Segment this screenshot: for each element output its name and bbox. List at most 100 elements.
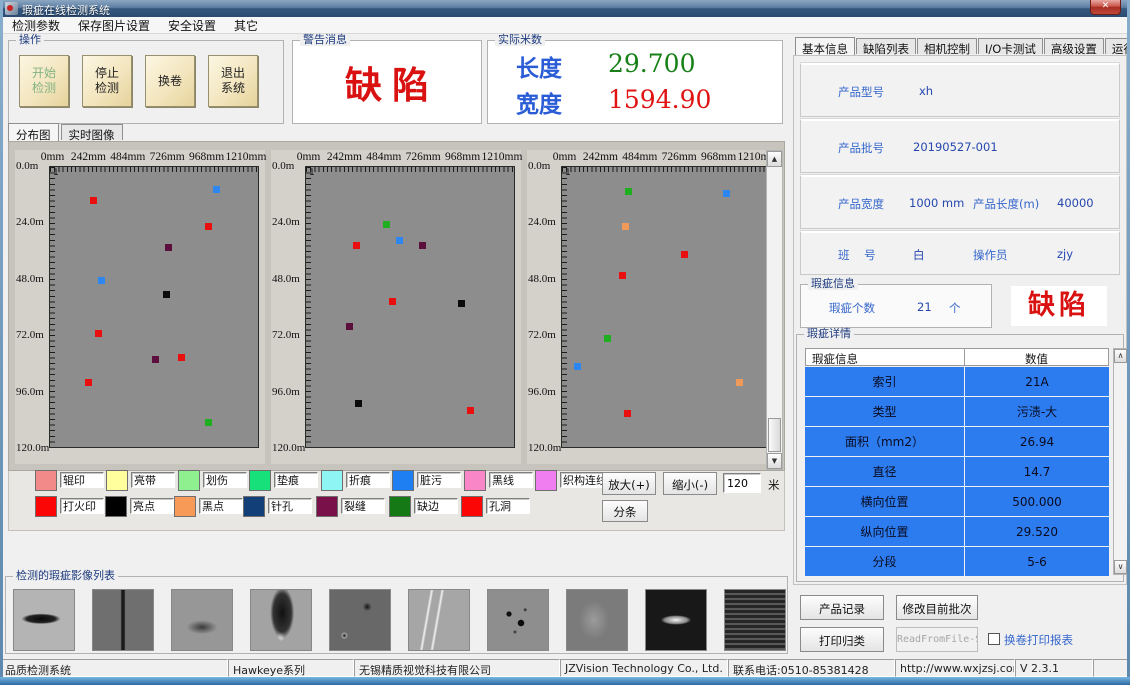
right-tab-3[interactable]: 相机控制 (917, 38, 977, 54)
scroll-down-icon[interactable]: ▼ (767, 453, 782, 469)
defect-marker[interactable] (383, 221, 390, 228)
roll-print-checkbox-label: 换卷打印报表 (1004, 632, 1073, 648)
legend-label-box[interactable]: 亮点 (130, 498, 174, 514)
op-button-3[interactable]: 换卷 (145, 55, 195, 107)
legend-label-box[interactable]: 孔洞 (486, 498, 530, 514)
legend-label-box[interactable]: 黑点 (199, 498, 243, 514)
defect-thumbnail-7[interactable] (487, 589, 549, 651)
defect-marker[interactable] (624, 410, 631, 417)
legend-label-box[interactable]: 打火印 (60, 498, 104, 514)
table-row[interactable]: 索引21A (805, 367, 1109, 396)
defect-thumbnail-4[interactable] (250, 589, 312, 651)
defect-marker[interactable] (396, 237, 403, 244)
op-button-4[interactable]: 退出 系统 (208, 55, 258, 107)
defect-marker[interactable] (389, 298, 396, 305)
zoom-out-button[interactable]: 缩小(-) (663, 472, 717, 495)
defect-thumbnail-1[interactable] (13, 589, 75, 651)
defect-marker[interactable] (346, 323, 353, 330)
scrollbar-thumb[interactable] (768, 418, 781, 452)
defect-marker[interactable] (622, 223, 629, 230)
product-record-button[interactable]: 产品记录 (800, 595, 884, 620)
defect-thumbnail-6[interactable] (408, 589, 470, 651)
defect-marker[interactable] (205, 223, 212, 230)
defect-thumbnail-9[interactable] (645, 589, 707, 651)
menu-item-2[interactable]: 保存图片设置 (69, 16, 159, 35)
defect-marker[interactable] (165, 244, 172, 251)
defect-marker[interactable] (90, 197, 97, 204)
right-tab-5[interactable]: 高级设置 (1044, 38, 1104, 54)
defect-thumbnail-8[interactable] (566, 589, 628, 651)
right-tab-2[interactable]: 缺陷列表 (856, 38, 916, 54)
menu-item-1[interactable]: 检测参数 (3, 16, 69, 35)
defect-marker[interactable] (619, 272, 626, 279)
defect-marker[interactable] (98, 277, 105, 284)
defect-marker[interactable] (736, 379, 743, 386)
detail-table-scrollbar[interactable]: ∧ ∨ (1113, 348, 1128, 575)
view-tab-2[interactable]: 实时图像 (61, 124, 123, 140)
legend-label-box[interactable]: 亮带 (131, 472, 175, 488)
legend-label-box[interactable]: 缺边 (414, 498, 458, 514)
defect-marker[interactable] (419, 242, 426, 249)
defect-marker[interactable] (152, 356, 159, 363)
table-row[interactable]: 纵向位置29.520 (805, 517, 1109, 546)
defect-marker[interactable] (458, 300, 465, 307)
split-button[interactable]: 分条 (602, 500, 648, 522)
table-row[interactable]: 横向位置500.000 (805, 487, 1109, 516)
scroll-up-icon[interactable]: ▲ (767, 151, 782, 167)
defect-thumbnail-10[interactable] (724, 589, 786, 651)
plot-vertical-scrollbar[interactable]: ▲ ▼ (766, 150, 783, 470)
distribution-plot-2: 0mm242mm484mm726mm968mm1210mm0.0m24.0m48… (271, 150, 521, 464)
legend-label-box[interactable]: 织构连线 (560, 472, 604, 488)
table-row[interactable]: 类型污渍-大 (805, 397, 1109, 426)
defect-marker[interactable] (467, 407, 474, 414)
table-row[interactable]: 分段5-6 (805, 547, 1109, 576)
defect-marker[interactable] (574, 363, 581, 370)
op-button-2[interactable]: 停止 检测 (82, 55, 132, 107)
defect-marker[interactable] (604, 335, 611, 342)
legend-label-box[interactable]: 脏污 (417, 472, 461, 488)
close-button[interactable]: ✕ (1090, 0, 1121, 15)
plot-corner-label: 1 (53, 168, 59, 178)
print-classify-button[interactable]: 打印归类 (800, 627, 884, 652)
roll-print-checkbox[interactable] (988, 633, 1000, 645)
defect-marker[interactable] (205, 419, 212, 426)
legend-label-box[interactable]: 划伤 (203, 472, 247, 488)
title-bar[interactable]: 瑕疵在线检测系统 ✕ (0, 0, 1130, 17)
defect-thumbnail-3[interactable] (171, 589, 233, 651)
detail-row-value: 500.000 (965, 487, 1109, 516)
op-button-1[interactable]: 开始 检测 (19, 55, 69, 107)
zoom-in-button[interactable]: 放大(+) (602, 472, 656, 495)
defect-marker[interactable] (681, 251, 688, 258)
defect-marker[interactable] (213, 186, 220, 193)
meters-input[interactable] (723, 473, 761, 493)
defect-marker[interactable] (163, 291, 170, 298)
legend-label-box[interactable]: 针孔 (268, 498, 312, 514)
defect-marker[interactable] (95, 330, 102, 337)
menu-item-4[interactable]: 其它 (225, 16, 267, 35)
legend-label-box[interactable]: 黑线 (489, 472, 533, 488)
defect-thumbnail-5[interactable] (329, 589, 391, 651)
legend-label-box[interactable]: 垫痕 (274, 472, 318, 488)
legend-label-box[interactable]: 裂缝 (341, 498, 385, 514)
right-tab-1[interactable]: 基本信息 (795, 37, 855, 55)
table-scroll-down-icon[interactable]: ∨ (1114, 560, 1127, 574)
defect-marker[interactable] (355, 400, 362, 407)
x-tick-label: 726mm (662, 151, 697, 163)
legend-label-box[interactable]: 辊印 (60, 472, 104, 488)
modify-batch-button[interactable]: 修改目前批次 (896, 595, 978, 620)
defect-marker[interactable] (178, 354, 185, 361)
defect-marker[interactable] (85, 379, 92, 386)
legend-label-box[interactable]: 折痕 (346, 472, 390, 488)
detail-table-header: 瑕疵信息数值 (805, 348, 1109, 366)
right-tab-4[interactable]: I/O卡测试 (978, 38, 1043, 54)
defect-thumbnail-2[interactable] (92, 589, 154, 651)
table-row[interactable]: 面积（mm2）26.94 (805, 427, 1109, 456)
read-from-file-button[interactable]: ReadFromFile-SIM (896, 627, 978, 652)
view-tab-1[interactable]: 分布图 (8, 123, 59, 141)
defect-marker[interactable] (625, 188, 632, 195)
defect-marker[interactable] (353, 242, 360, 249)
table-row[interactable]: 直径14.7 (805, 457, 1109, 486)
defect-marker[interactable] (723, 190, 730, 197)
table-scroll-up-icon[interactable]: ∧ (1114, 349, 1127, 363)
menu-item-3[interactable]: 安全设置 (159, 16, 225, 35)
